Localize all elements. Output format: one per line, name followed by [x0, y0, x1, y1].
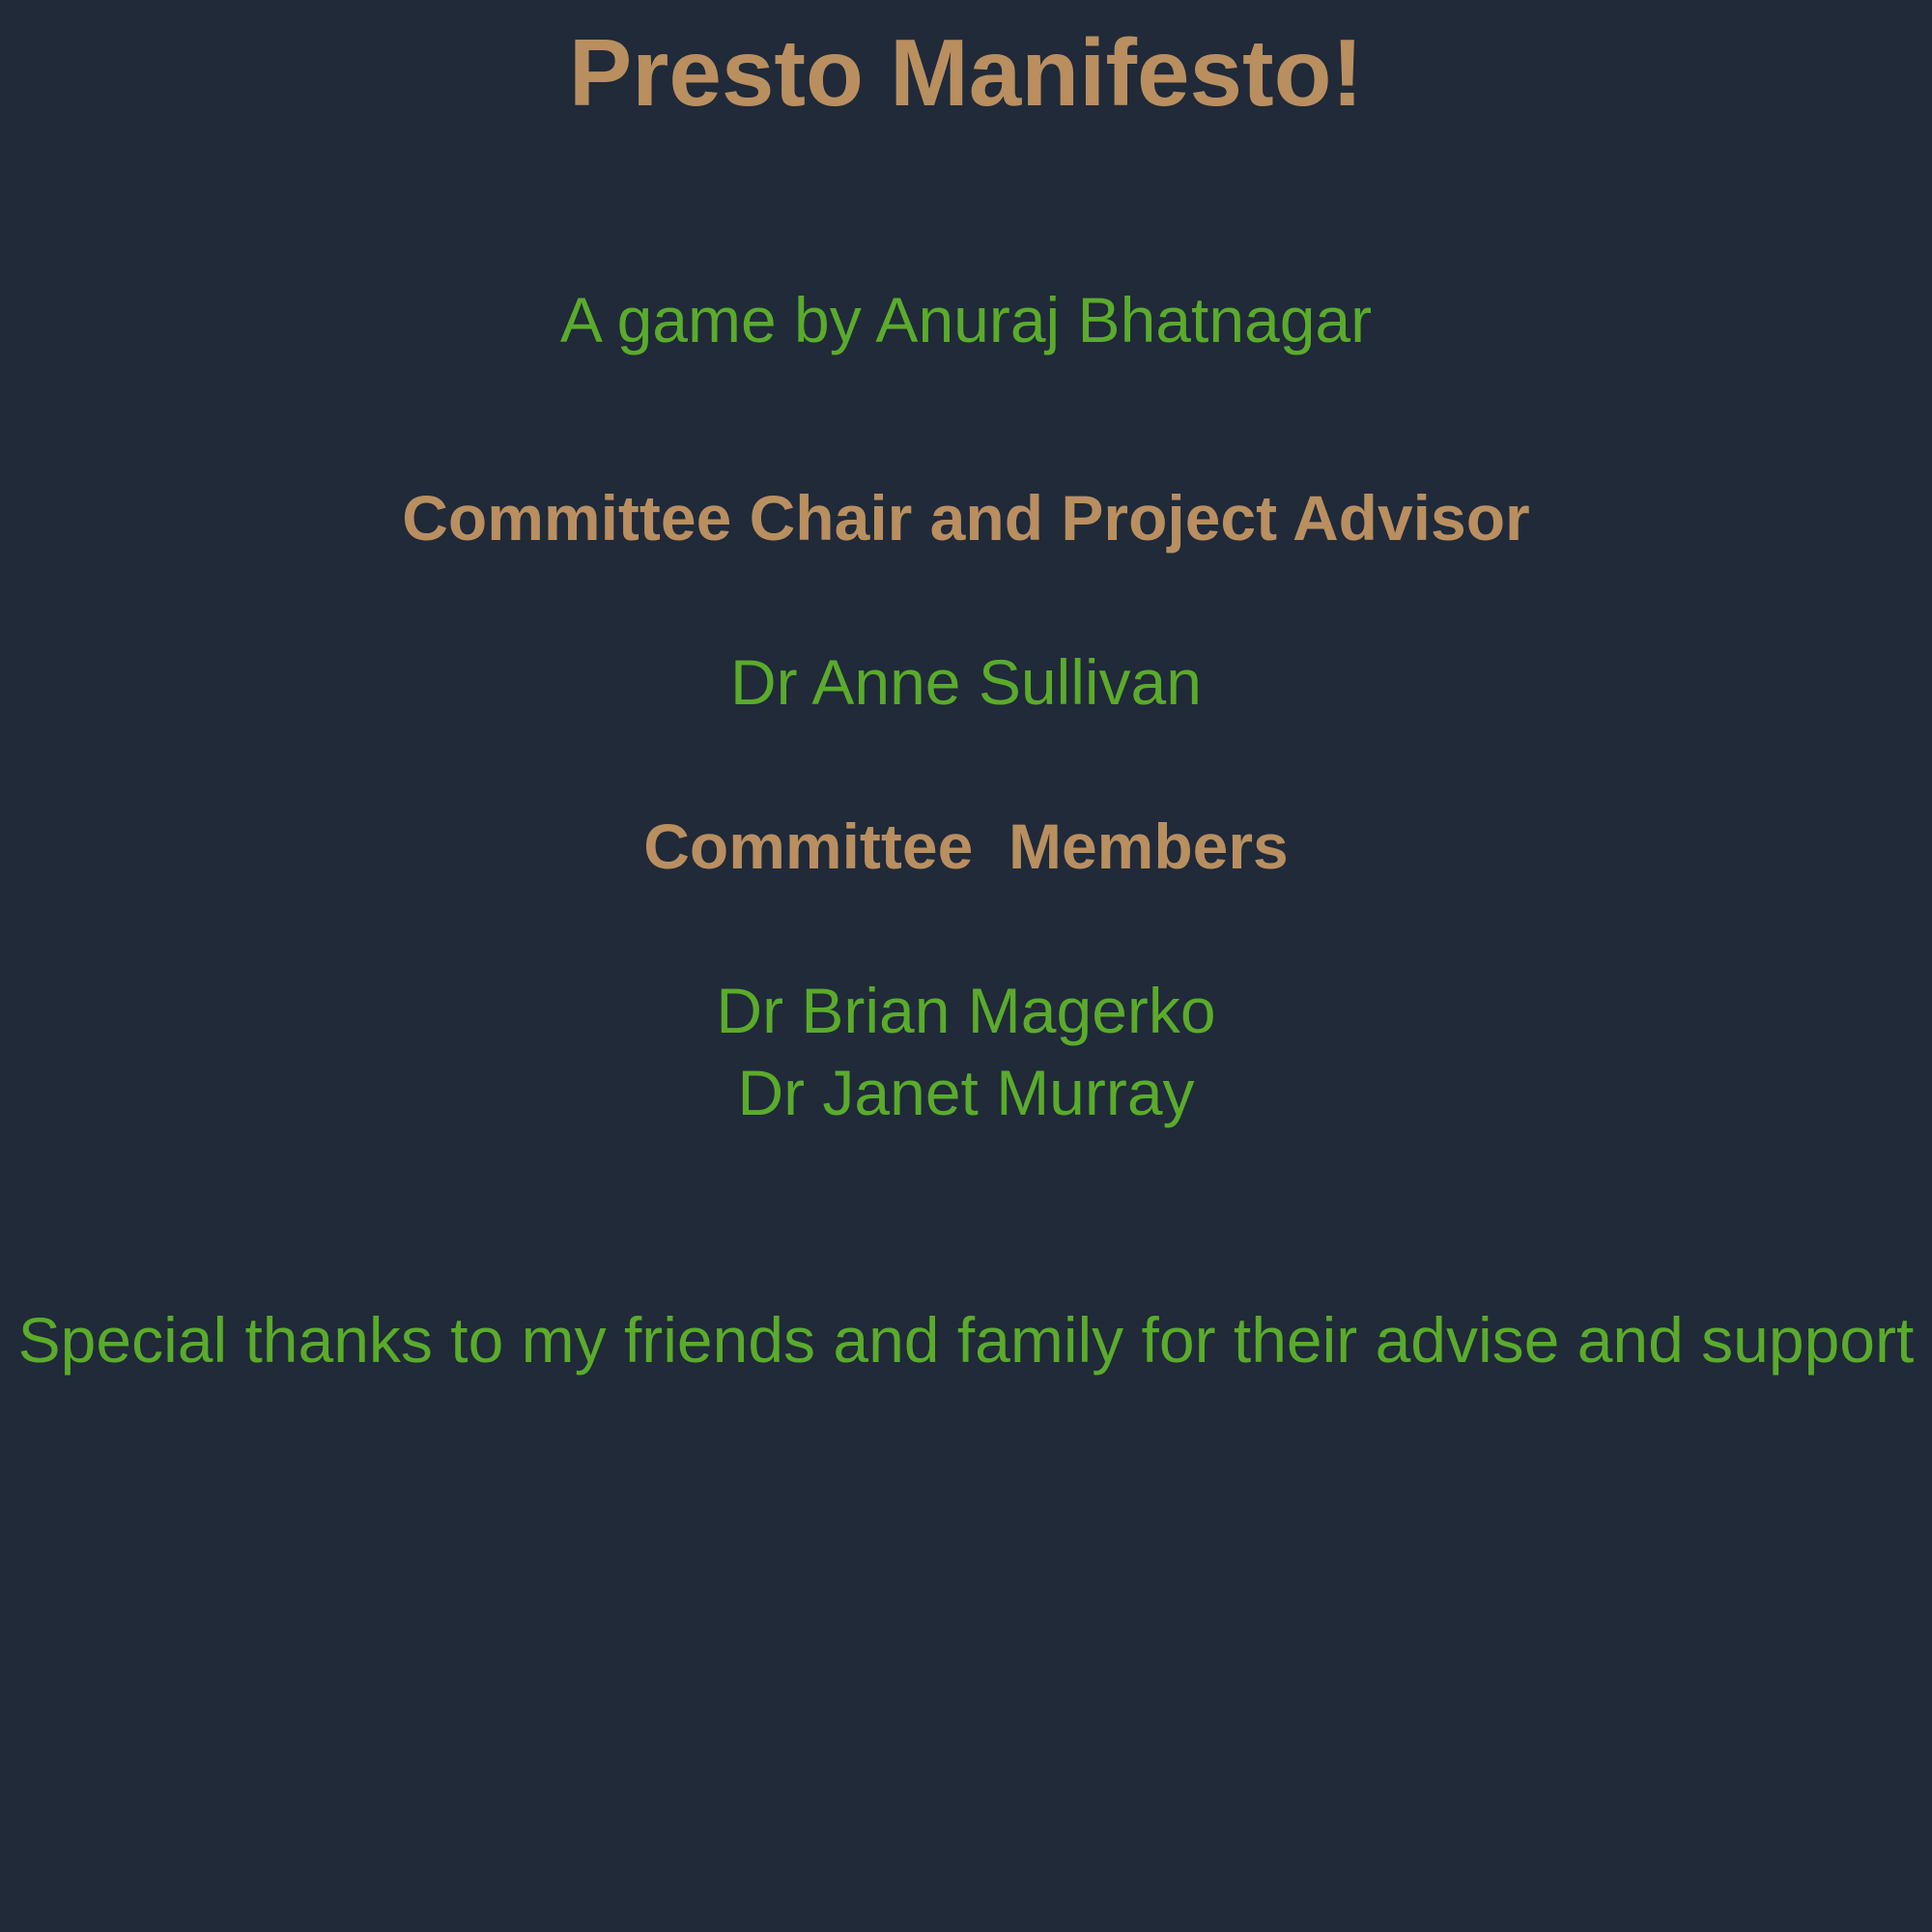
credits-screen: Presto Manifesto! A game by Anuraj Bhatn…	[0, 0, 1932, 1932]
special-thanks-text: Special thanks to my friends and family …	[17, 1304, 1915, 1376]
committee-chair-heading: Committee Chair and Project Advisor	[402, 482, 1530, 554]
committee-member-name: Dr Janet Murray	[737, 1057, 1195, 1128]
author-byline: A game by Anuraj Bhatnagar	[559, 284, 1373, 355]
game-title: Presto Manifesto!	[568, 19, 1364, 126]
committee-member-name: Dr Brian Magerko	[716, 975, 1216, 1046]
committee-members-heading: Committee Members	[643, 810, 1289, 882]
committee-chair-name: Dr Anne Sullivan	[730, 646, 1202, 718]
